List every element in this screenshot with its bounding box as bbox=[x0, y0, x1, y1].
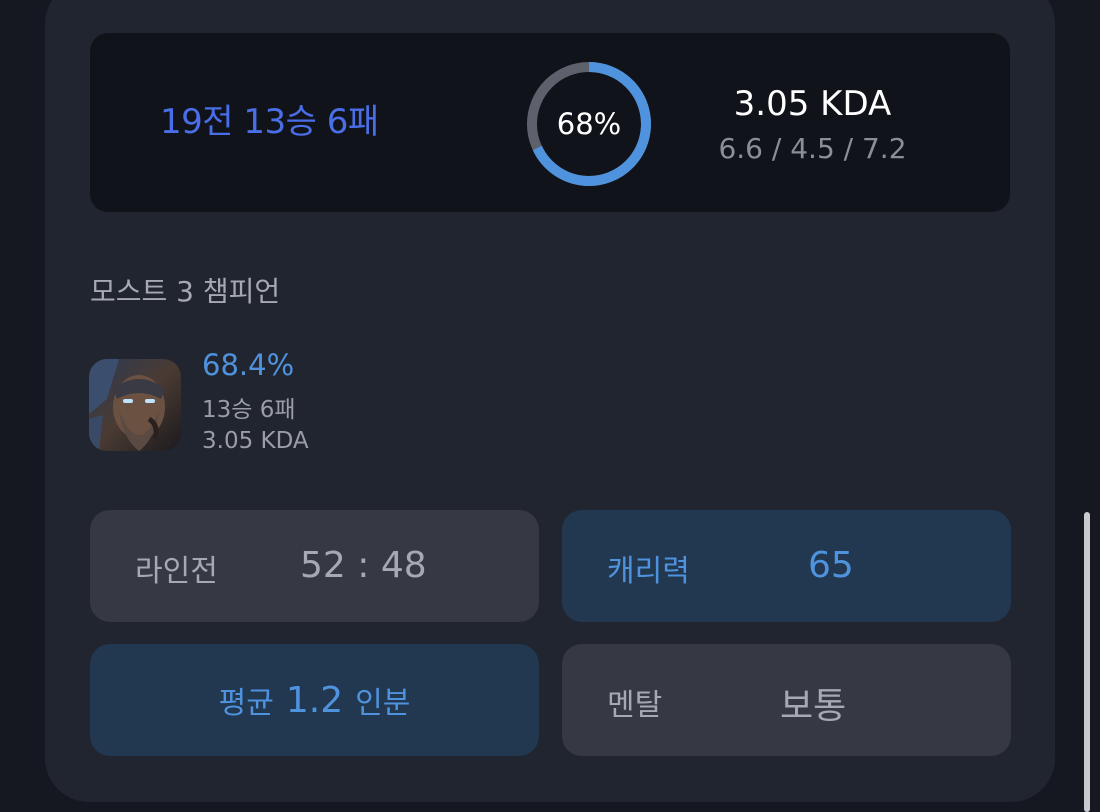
win-rate-label: 68% bbox=[556, 107, 622, 141]
scrollbar[interactable] bbox=[1084, 512, 1090, 812]
average-unit: 인분 bbox=[355, 686, 411, 721]
average-label: 평균 bbox=[218, 686, 274, 721]
champion-portrait[interactable] bbox=[89, 359, 181, 451]
carry-stat-tile: 캐리력 65 bbox=[562, 510, 1011, 622]
most-champions-title: 모스트 3 챔피언 bbox=[90, 275, 281, 308]
average-value: 1.2 bbox=[285, 679, 344, 721]
laning-value: 52 : 48 bbox=[300, 545, 427, 586]
carry-label: 캐리력 bbox=[607, 554, 690, 589]
champion-record: 13승 6패 bbox=[202, 397, 296, 423]
mental-stat-tile: 멘탈 보통 bbox=[562, 644, 1011, 756]
mental-value: 보통 bbox=[780, 686, 847, 727]
champion-kda: 3.05 KDA bbox=[202, 428, 309, 454]
average-stat-tile: 평균 1.2 인분 bbox=[90, 644, 539, 756]
record-text: 19전 13승 6패 bbox=[160, 102, 379, 142]
carry-value: 65 bbox=[808, 545, 854, 586]
laning-stat-tile: 라인전 52 : 48 bbox=[90, 510, 539, 622]
champion-win-rate: 68.4% bbox=[202, 348, 295, 382]
average-stat-row: 평균 1.2 인분 bbox=[90, 644, 539, 756]
laning-label: 라인전 bbox=[135, 554, 218, 589]
mental-label: 멘탈 bbox=[607, 688, 663, 723]
kda-value: 3.05 KDA bbox=[733, 84, 892, 124]
kda-detail: 6.6 / 4.5 / 7.2 bbox=[718, 132, 907, 165]
champion-portrait-image bbox=[89, 359, 181, 451]
